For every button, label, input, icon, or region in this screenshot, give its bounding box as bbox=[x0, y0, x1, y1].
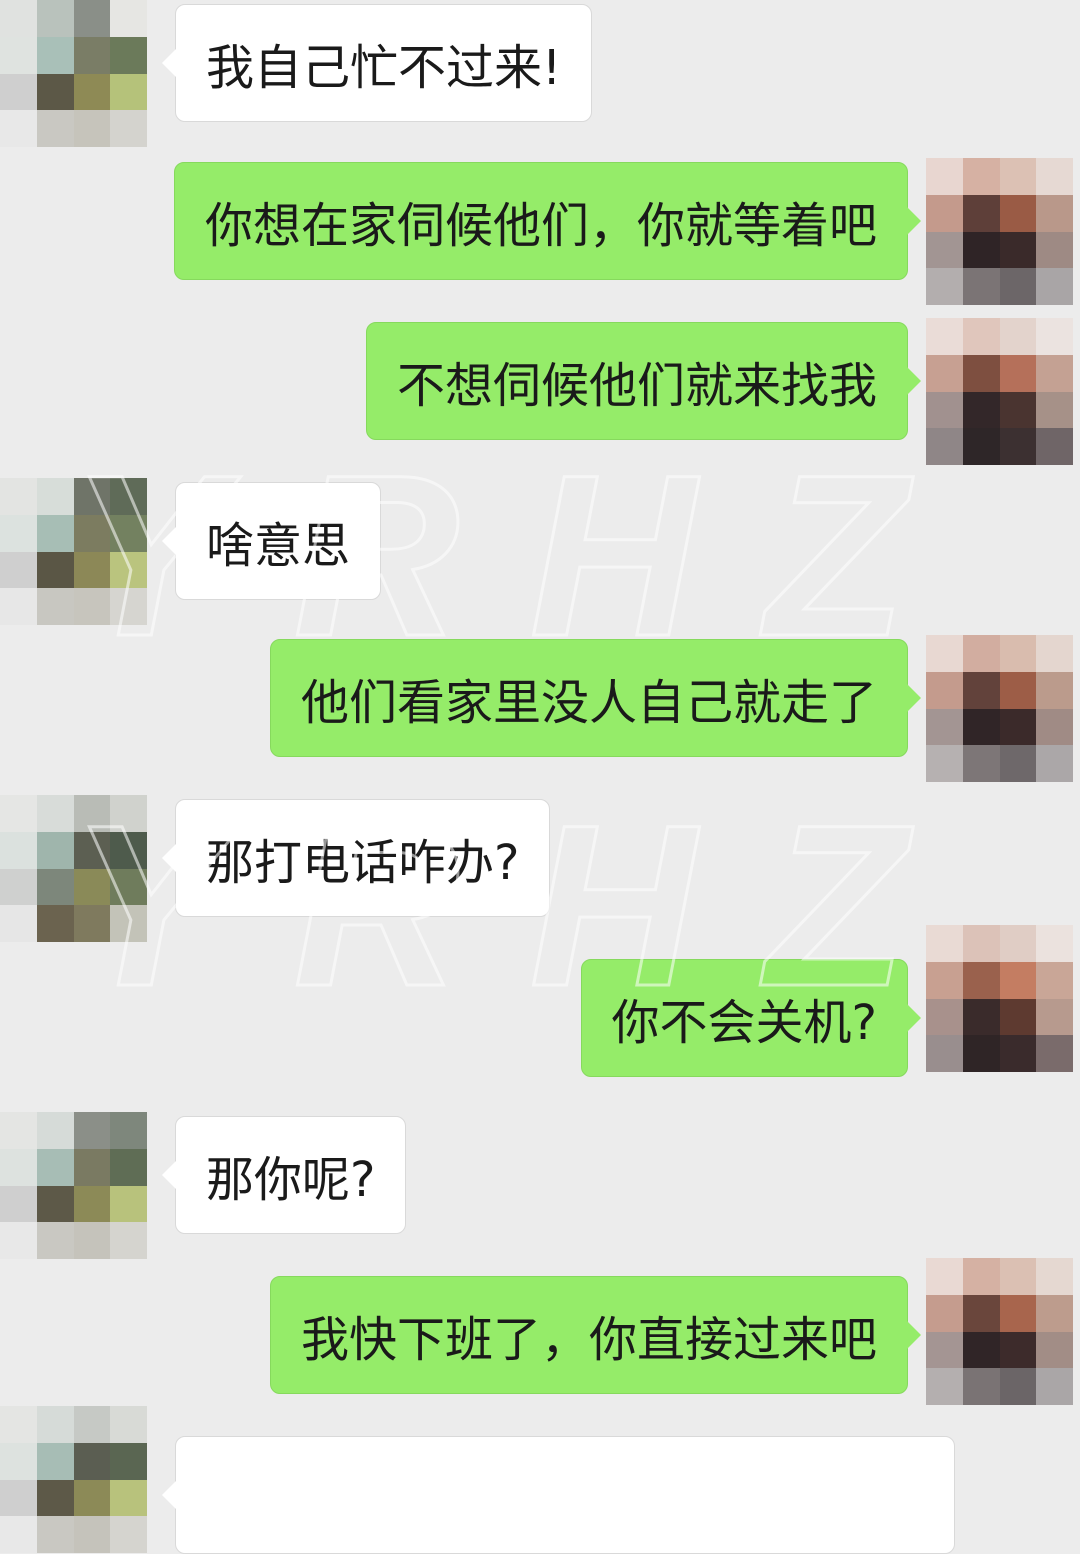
contact-avatar[interactable] bbox=[0, 1112, 147, 1259]
message-text: 那打电话咋办? bbox=[206, 835, 520, 891]
message-bubble-outgoing[interactable]: 你想在家伺候他们，你就等着吧 bbox=[173, 162, 922, 280]
message-bubble-outgoing[interactable]: 你不会关机? bbox=[580, 959, 922, 1077]
message-text: 他们看家里没人自己就走了 bbox=[300, 675, 877, 731]
contact-avatar[interactable] bbox=[0, 478, 147, 625]
message-bubble-incoming[interactable]: 那打电话咋办? bbox=[161, 799, 551, 917]
user-avatar[interactable] bbox=[926, 925, 1073, 1072]
user-avatar[interactable] bbox=[926, 635, 1073, 782]
message-text: 我自己忙不过来! bbox=[206, 40, 562, 96]
user-avatar[interactable] bbox=[926, 1258, 1073, 1405]
message-text: 你不会关机? bbox=[611, 995, 877, 1051]
message-bubble-outgoing[interactable]: 不想伺候他们就来找我 bbox=[365, 322, 922, 440]
message-bubble-outgoing[interactable]: 我快下班了，你直接过来吧 bbox=[269, 1276, 922, 1394]
message-text: 不想伺候他们就来找我 bbox=[396, 358, 877, 414]
user-avatar[interactable] bbox=[926, 318, 1073, 465]
contact-avatar[interactable] bbox=[0, 1406, 147, 1553]
message-text: 你想在家伺候他们，你就等着吧 bbox=[204, 198, 877, 254]
message-text: 啥意思 bbox=[206, 518, 351, 574]
message-bubble-incoming[interactable]: 啥意思 bbox=[161, 482, 382, 600]
message-text: 我快下班了，你直接过来吧 bbox=[300, 1312, 877, 1368]
message-text: 那你呢? bbox=[206, 1152, 376, 1208]
message-bubble-incoming[interactable]: 那你呢? bbox=[161, 1116, 407, 1234]
message-bubble-outgoing[interactable]: 他们看家里没人自己就走了 bbox=[269, 639, 922, 757]
contact-avatar[interactable] bbox=[0, 0, 147, 147]
message-bubble-incoming[interactable]: 我自己忙不过来! bbox=[161, 4, 593, 122]
chat-area[interactable]: 我自己忙不过来! 你想在家伺候他们，你就等着吧 不想伺候他们就来找我 啥意思 他… bbox=[0, 0, 1080, 1554]
user-avatar[interactable] bbox=[926, 158, 1073, 305]
contact-avatar[interactable] bbox=[0, 795, 147, 942]
